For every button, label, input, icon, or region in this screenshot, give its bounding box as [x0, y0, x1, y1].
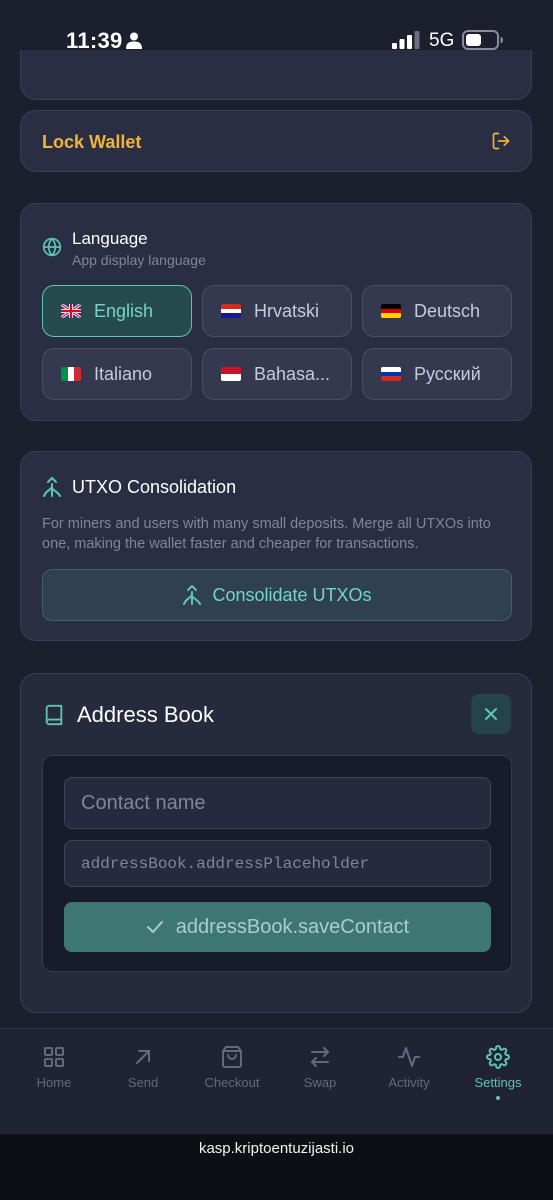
language-label: Italiano	[94, 363, 153, 384]
address-book-title: Address Book	[77, 702, 214, 727]
shopping-bag-icon	[222, 1046, 242, 1068]
nav-label: Settings	[474, 1075, 522, 1090]
close-icon	[485, 708, 497, 720]
close-button[interactable]	[471, 694, 511, 734]
swap-arrows-icon	[311, 1047, 329, 1067]
nav-item-settings[interactable]: Settings	[454, 1045, 542, 1100]
nav-item-send[interactable]: Send	[99, 1045, 187, 1090]
hr-flag-icon	[221, 304, 241, 318]
ru-flag-icon	[381, 367, 401, 381]
active-indicator	[496, 1096, 500, 1100]
nav-label: Send	[127, 1075, 159, 1090]
language-option-bahasa[interactable]: Bahasa...	[202, 348, 352, 400]
language-label: Hrvatski	[254, 300, 320, 321]
gear-icon	[486, 1045, 510, 1069]
utxo-description: For miners and users with many small dep…	[42, 516, 491, 552]
battery-icon	[462, 30, 503, 50]
nav-item-activity[interactable]: Activity	[365, 1045, 453, 1090]
language-subtitle: App display language	[72, 252, 206, 268]
save-contact-label: addressBook.saveContact	[175, 915, 410, 938]
language-option-deutsch[interactable]: Deutsch	[362, 285, 512, 337]
id-flag-icon	[221, 367, 241, 381]
nav-label: Activity	[388, 1075, 430, 1090]
grid-icon	[44, 1047, 64, 1067]
previous-card	[20, 50, 532, 100]
add-contact-form: addressBook.saveContact	[42, 755, 512, 972]
signal-icon	[392, 31, 420, 49]
logout-icon	[492, 132, 510, 150]
activity-pulse-icon	[398, 1047, 420, 1067]
utxo-title: UTXO Consolidation	[72, 477, 237, 497]
gb-flag-icon	[61, 304, 81, 318]
language-option-hrvatski[interactable]: Hrvatski	[202, 285, 352, 337]
it-flag-icon	[61, 367, 81, 381]
nav-item-checkout[interactable]: Checkout	[188, 1045, 276, 1090]
contact-address-input[interactable]	[64, 840, 491, 887]
address-book-card: Address Book addressBook.saveContact	[20, 673, 532, 1013]
utxo-card: UTXO Consolidation For miners and users …	[20, 451, 532, 641]
person-icon	[126, 32, 142, 49]
consolidate-label: Consolidate UTXOs	[212, 584, 372, 605]
contact-name-input[interactable]	[64, 777, 491, 829]
browser-url-bar[interactable]: kasp.kriptoentuzijasti.io	[0, 1134, 553, 1200]
lock-wallet-label: Lock Wallet	[42, 132, 142, 152]
arrow-up-right-icon	[136, 1050, 150, 1064]
nav-label: Home	[36, 1075, 72, 1090]
nav-item-swap[interactable]: Swap	[276, 1045, 364, 1090]
language-option-english[interactable]: English	[42, 285, 192, 337]
language-card: Language App display language English Hr…	[20, 203, 532, 421]
network-label: 5G	[429, 30, 455, 51]
merge-icon	[43, 477, 61, 497]
language-label: Bahasa...	[254, 363, 331, 384]
language-title: Language	[72, 229, 148, 248]
language-option-russian[interactable]: Русский	[362, 348, 512, 400]
nav-label: Swap	[303, 1075, 337, 1090]
lock-wallet-button[interactable]: Lock Wallet	[20, 110, 532, 172]
bottom-navigation: Home Send Checkout Swap Activity Setting…	[0, 1028, 553, 1134]
merge-icon	[183, 585, 202, 605]
language-label: English	[94, 300, 154, 321]
consolidate-utxos-button[interactable]: Consolidate UTXOs	[42, 569, 512, 621]
url-text: kasp.kriptoentuzijasti.io	[198, 1140, 355, 1157]
save-contact-button[interactable]: addressBook.saveContact	[64, 902, 491, 952]
nav-item-home[interactable]: Home	[10, 1045, 98, 1090]
globe-icon	[42, 237, 62, 257]
de-flag-icon	[381, 304, 401, 318]
language-label: Русский	[414, 363, 481, 384]
book-icon	[45, 704, 63, 726]
language-label: Deutsch	[414, 300, 481, 321]
language-option-italiano[interactable]: Italiano	[42, 348, 192, 400]
nav-label: Checkout	[204, 1075, 260, 1090]
check-icon	[146, 921, 163, 933]
